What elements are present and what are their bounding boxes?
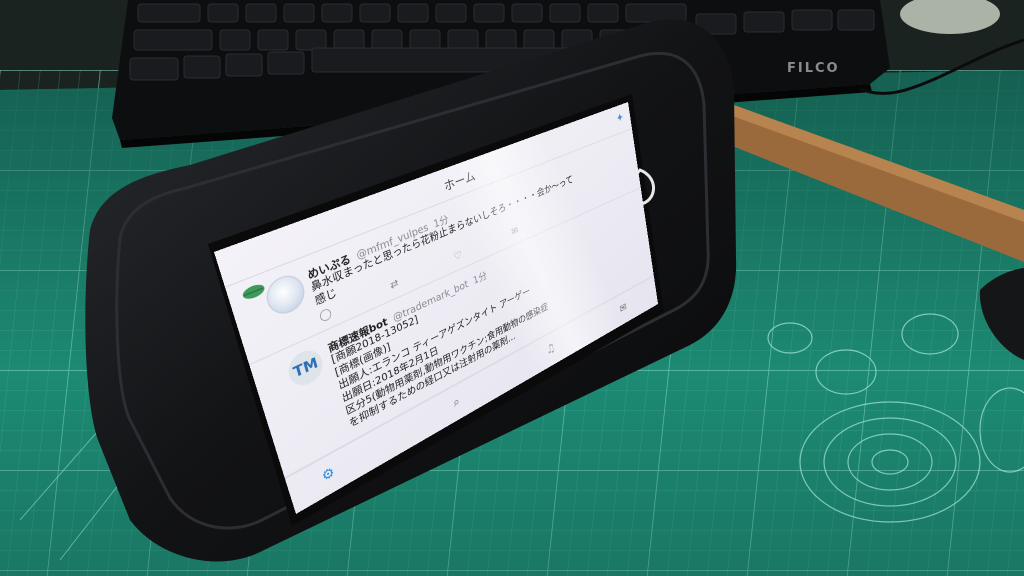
avatar[interactable]: TM — [284, 344, 327, 392]
home-icon[interactable]: ⚙ — [320, 464, 336, 485]
retweet-icon[interactable]: ⇄ — [389, 277, 400, 291]
svg-text:FILCO: FILCO — [787, 61, 840, 76]
avatar[interactable] — [262, 270, 309, 320]
search-icon[interactable]: ⌕ — [452, 394, 461, 411]
mail-icon[interactable]: ✉ — [619, 301, 628, 317]
avatar-text: TM — [291, 354, 320, 382]
dm-icon[interactable]: ✉ — [511, 225, 520, 238]
like-icon[interactable]: ♡ — [453, 250, 463, 264]
reply-icon[interactable]: ◯ — [318, 307, 333, 324]
bell-icon[interactable]: ♫ — [545, 341, 556, 358]
